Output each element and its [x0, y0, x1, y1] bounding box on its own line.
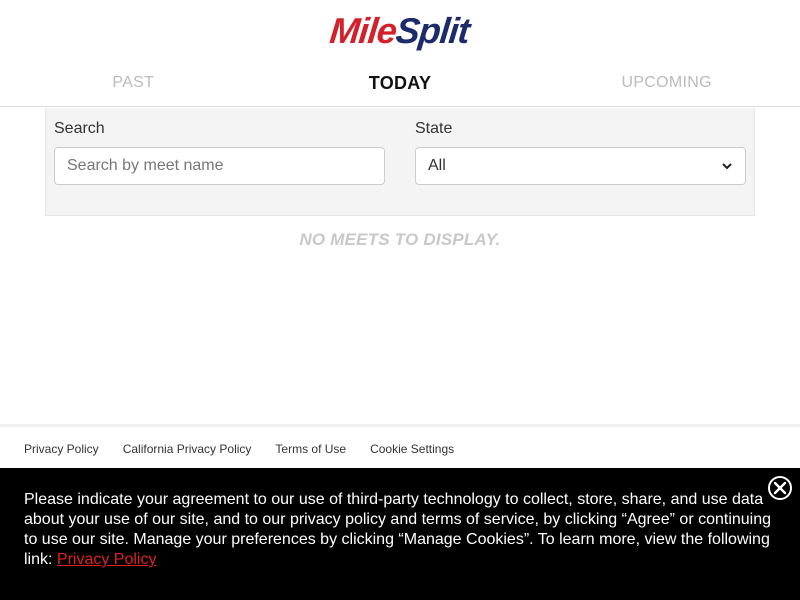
footer-terms-link[interactable]: Terms of Use — [275, 442, 346, 456]
milesplit-logo[interactable]: Mile Split — [328, 10, 471, 52]
state-select[interactable]: All — [415, 147, 746, 185]
tab-past[interactable]: PAST — [0, 62, 267, 106]
cookie-banner: Please indicate your agreement to our us… — [0, 468, 800, 600]
search-input[interactable] — [67, 157, 372, 175]
tab-upcoming[interactable]: UPCOMING — [533, 62, 800, 106]
search-filter: Search — [54, 120, 385, 185]
footer-privacy-policy-link[interactable]: Privacy Policy — [24, 442, 99, 456]
search-field-wrapper — [54, 147, 385, 185]
footer-cookie-settings-link[interactable]: Cookie Settings — [370, 442, 454, 456]
footer-links: Privacy Policy California Privacy Policy… — [0, 424, 800, 470]
state-filter: State All — [415, 120, 746, 185]
cookie-privacy-policy-link[interactable]: Privacy Policy — [57, 551, 157, 568]
search-label: Search — [54, 120, 105, 137]
close-button[interactable] — [768, 476, 792, 500]
chevron-down-icon — [722, 163, 732, 170]
state-label: State — [415, 120, 453, 137]
date-tabs: PAST TODAY UPCOMING — [0, 62, 800, 107]
logo-split: Split — [394, 10, 472, 51]
logo-mile: Mile — [328, 10, 399, 51]
cookie-banner-text: Please indicate your agreement to our us… — [24, 490, 774, 570]
site-header: Mile Split — [0, 0, 800, 62]
empty-state-message: NO MEETS TO DISPLAY. — [299, 230, 501, 249]
footer-california-privacy-link[interactable]: California Privacy Policy — [123, 442, 252, 456]
filter-panel: Search State All — [45, 108, 755, 216]
tab-today[interactable]: TODAY — [267, 62, 534, 106]
close-icon — [773, 481, 787, 495]
state-select-value: All — [428, 157, 446, 174]
